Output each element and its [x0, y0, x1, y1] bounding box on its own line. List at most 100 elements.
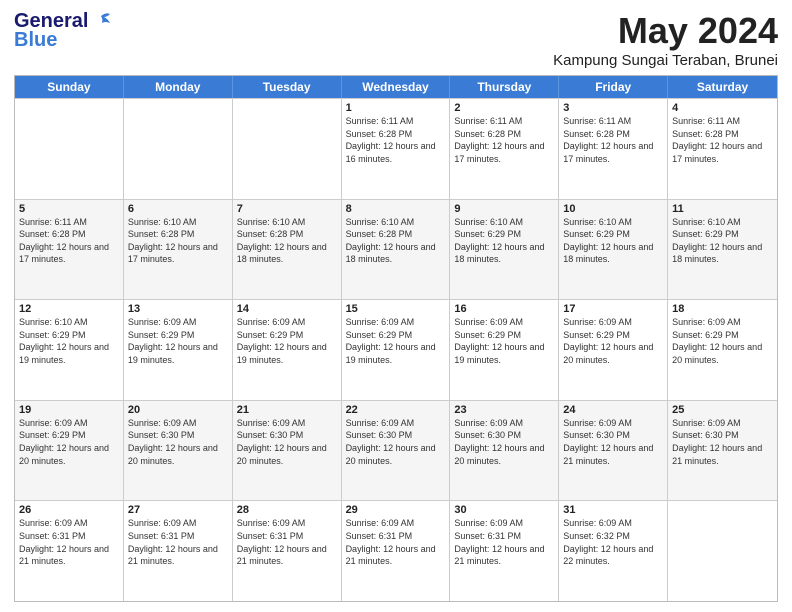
cal-cell: 13Sunrise: 6:09 AMSunset: 6:29 PMDayligh… — [124, 300, 233, 400]
day-number: 15 — [346, 303, 446, 315]
title-block: May 2024 Kampung Sungai Teraban, Brunei — [553, 10, 778, 69]
cell-info: Sunrise: 6:09 AMSunset: 6:30 PMDaylight:… — [672, 417, 773, 467]
header: General Blue May 2024 Kampung Sungai Ter… — [14, 10, 778, 69]
cal-cell: 21Sunrise: 6:09 AMSunset: 6:30 PMDayligh… — [233, 401, 342, 501]
cell-info: Sunrise: 6:09 AMSunset: 6:31 PMDaylight:… — [237, 517, 337, 567]
cal-cell: 30Sunrise: 6:09 AMSunset: 6:31 PMDayligh… — [450, 501, 559, 601]
calendar-body: 1Sunrise: 6:11 AMSunset: 6:28 PMDaylight… — [15, 98, 777, 601]
day-number: 19 — [19, 404, 119, 416]
cal-week-2: 12Sunrise: 6:10 AMSunset: 6:29 PMDayligh… — [15, 299, 777, 400]
day-number: 14 — [237, 303, 337, 315]
cell-info: Sunrise: 6:09 AMSunset: 6:29 PMDaylight:… — [563, 316, 663, 366]
cal-header-monday: Monday — [124, 76, 233, 98]
cal-header-tuesday: Tuesday — [233, 76, 342, 98]
cal-cell: 27Sunrise: 6:09 AMSunset: 6:31 PMDayligh… — [124, 501, 233, 601]
cell-info: Sunrise: 6:09 AMSunset: 6:30 PMDaylight:… — [454, 417, 554, 467]
logo-bird-icon — [90, 10, 112, 32]
cell-info: Sunrise: 6:09 AMSunset: 6:29 PMDaylight:… — [128, 316, 228, 366]
day-number: 16 — [454, 303, 554, 315]
cal-cell: 18Sunrise: 6:09 AMSunset: 6:29 PMDayligh… — [668, 300, 777, 400]
calendar: SundayMondayTuesdayWednesdayThursdayFrid… — [14, 75, 778, 602]
cell-info: Sunrise: 6:09 AMSunset: 6:30 PMDaylight:… — [237, 417, 337, 467]
cal-cell: 19Sunrise: 6:09 AMSunset: 6:29 PMDayligh… — [15, 401, 124, 501]
day-number: 18 — [672, 303, 773, 315]
logo: General Blue — [14, 10, 112, 50]
cal-cell: 4Sunrise: 6:11 AMSunset: 6:28 PMDaylight… — [668, 99, 777, 199]
cell-info: Sunrise: 6:11 AMSunset: 6:28 PMDaylight:… — [346, 115, 446, 165]
cell-info: Sunrise: 6:10 AMSunset: 6:28 PMDaylight:… — [128, 216, 228, 266]
day-number: 28 — [237, 504, 337, 516]
cal-cell: 15Sunrise: 6:09 AMSunset: 6:29 PMDayligh… — [342, 300, 451, 400]
day-number: 31 — [563, 504, 663, 516]
day-number: 29 — [346, 504, 446, 516]
cal-cell: 11Sunrise: 6:10 AMSunset: 6:29 PMDayligh… — [668, 200, 777, 300]
day-number: 17 — [563, 303, 663, 315]
cal-cell: 26Sunrise: 6:09 AMSunset: 6:31 PMDayligh… — [15, 501, 124, 601]
cell-info: Sunrise: 6:10 AMSunset: 6:28 PMDaylight:… — [237, 216, 337, 266]
cal-cell: 8Sunrise: 6:10 AMSunset: 6:28 PMDaylight… — [342, 200, 451, 300]
cell-info: Sunrise: 6:09 AMSunset: 6:29 PMDaylight:… — [237, 316, 337, 366]
cell-info: Sunrise: 6:09 AMSunset: 6:30 PMDaylight:… — [346, 417, 446, 467]
cell-info: Sunrise: 6:11 AMSunset: 6:28 PMDaylight:… — [672, 115, 773, 165]
day-number: 27 — [128, 504, 228, 516]
cal-cell: 2Sunrise: 6:11 AMSunset: 6:28 PMDaylight… — [450, 99, 559, 199]
day-number: 3 — [563, 102, 663, 114]
cal-cell — [233, 99, 342, 199]
day-number: 7 — [237, 203, 337, 215]
day-number: 1 — [346, 102, 446, 114]
cell-info: Sunrise: 6:10 AMSunset: 6:28 PMDaylight:… — [346, 216, 446, 266]
cal-cell: 31Sunrise: 6:09 AMSunset: 6:32 PMDayligh… — [559, 501, 668, 601]
day-number: 13 — [128, 303, 228, 315]
cal-cell: 6Sunrise: 6:10 AMSunset: 6:28 PMDaylight… — [124, 200, 233, 300]
cell-info: Sunrise: 6:10 AMSunset: 6:29 PMDaylight:… — [672, 216, 773, 266]
cell-info: Sunrise: 6:10 AMSunset: 6:29 PMDaylight:… — [19, 316, 119, 366]
cal-cell: 14Sunrise: 6:09 AMSunset: 6:29 PMDayligh… — [233, 300, 342, 400]
day-number: 4 — [672, 102, 773, 114]
day-number: 10 — [563, 203, 663, 215]
cal-cell: 25Sunrise: 6:09 AMSunset: 6:30 PMDayligh… — [668, 401, 777, 501]
cell-info: Sunrise: 6:10 AMSunset: 6:29 PMDaylight:… — [454, 216, 554, 266]
cell-info: Sunrise: 6:09 AMSunset: 6:31 PMDaylight:… — [454, 517, 554, 567]
cell-info: Sunrise: 6:09 AMSunset: 6:29 PMDaylight:… — [454, 316, 554, 366]
cell-info: Sunrise: 6:10 AMSunset: 6:29 PMDaylight:… — [563, 216, 663, 266]
location-title: Kampung Sungai Teraban, Brunei — [553, 52, 778, 69]
cal-cell: 3Sunrise: 6:11 AMSunset: 6:28 PMDaylight… — [559, 99, 668, 199]
day-number: 12 — [19, 303, 119, 315]
cell-info: Sunrise: 6:11 AMSunset: 6:28 PMDaylight:… — [454, 115, 554, 165]
day-number: 23 — [454, 404, 554, 416]
cell-info: Sunrise: 6:09 AMSunset: 6:31 PMDaylight:… — [346, 517, 446, 567]
cal-week-3: 19Sunrise: 6:09 AMSunset: 6:29 PMDayligh… — [15, 400, 777, 501]
day-number: 22 — [346, 404, 446, 416]
cell-info: Sunrise: 6:09 AMSunset: 6:31 PMDaylight:… — [128, 517, 228, 567]
cal-cell — [668, 501, 777, 601]
cal-cell: 5Sunrise: 6:11 AMSunset: 6:28 PMDaylight… — [15, 200, 124, 300]
cal-header-wednesday: Wednesday — [342, 76, 451, 98]
day-number: 8 — [346, 203, 446, 215]
day-number: 25 — [672, 404, 773, 416]
cell-info: Sunrise: 6:11 AMSunset: 6:28 PMDaylight:… — [563, 115, 663, 165]
day-number: 24 — [563, 404, 663, 416]
cal-cell: 10Sunrise: 6:10 AMSunset: 6:29 PMDayligh… — [559, 200, 668, 300]
cal-cell: 28Sunrise: 6:09 AMSunset: 6:31 PMDayligh… — [233, 501, 342, 601]
cal-cell: 17Sunrise: 6:09 AMSunset: 6:29 PMDayligh… — [559, 300, 668, 400]
cell-info: Sunrise: 6:09 AMSunset: 6:31 PMDaylight:… — [19, 517, 119, 567]
cal-week-1: 5Sunrise: 6:11 AMSunset: 6:28 PMDaylight… — [15, 199, 777, 300]
cal-header-thursday: Thursday — [450, 76, 559, 98]
day-number: 30 — [454, 504, 554, 516]
month-title: May 2024 — [553, 10, 778, 52]
cell-info: Sunrise: 6:09 AMSunset: 6:29 PMDaylight:… — [19, 417, 119, 467]
cal-cell: 23Sunrise: 6:09 AMSunset: 6:30 PMDayligh… — [450, 401, 559, 501]
cell-info: Sunrise: 6:09 AMSunset: 6:32 PMDaylight:… — [563, 517, 663, 567]
cell-info: Sunrise: 6:09 AMSunset: 6:30 PMDaylight:… — [128, 417, 228, 467]
cal-week-0: 1Sunrise: 6:11 AMSunset: 6:28 PMDaylight… — [15, 98, 777, 199]
day-number: 26 — [19, 504, 119, 516]
cal-cell: 1Sunrise: 6:11 AMSunset: 6:28 PMDaylight… — [342, 99, 451, 199]
day-number: 9 — [454, 203, 554, 215]
cell-info: Sunrise: 6:09 AMSunset: 6:29 PMDaylight:… — [672, 316, 773, 366]
cal-cell: 29Sunrise: 6:09 AMSunset: 6:31 PMDayligh… — [342, 501, 451, 601]
day-number: 2 — [454, 102, 554, 114]
calendar-header-row: SundayMondayTuesdayWednesdayThursdayFrid… — [15, 76, 777, 98]
cell-info: Sunrise: 6:09 AMSunset: 6:30 PMDaylight:… — [563, 417, 663, 467]
cal-cell: 20Sunrise: 6:09 AMSunset: 6:30 PMDayligh… — [124, 401, 233, 501]
page: General Blue May 2024 Kampung Sungai Ter… — [0, 0, 792, 612]
